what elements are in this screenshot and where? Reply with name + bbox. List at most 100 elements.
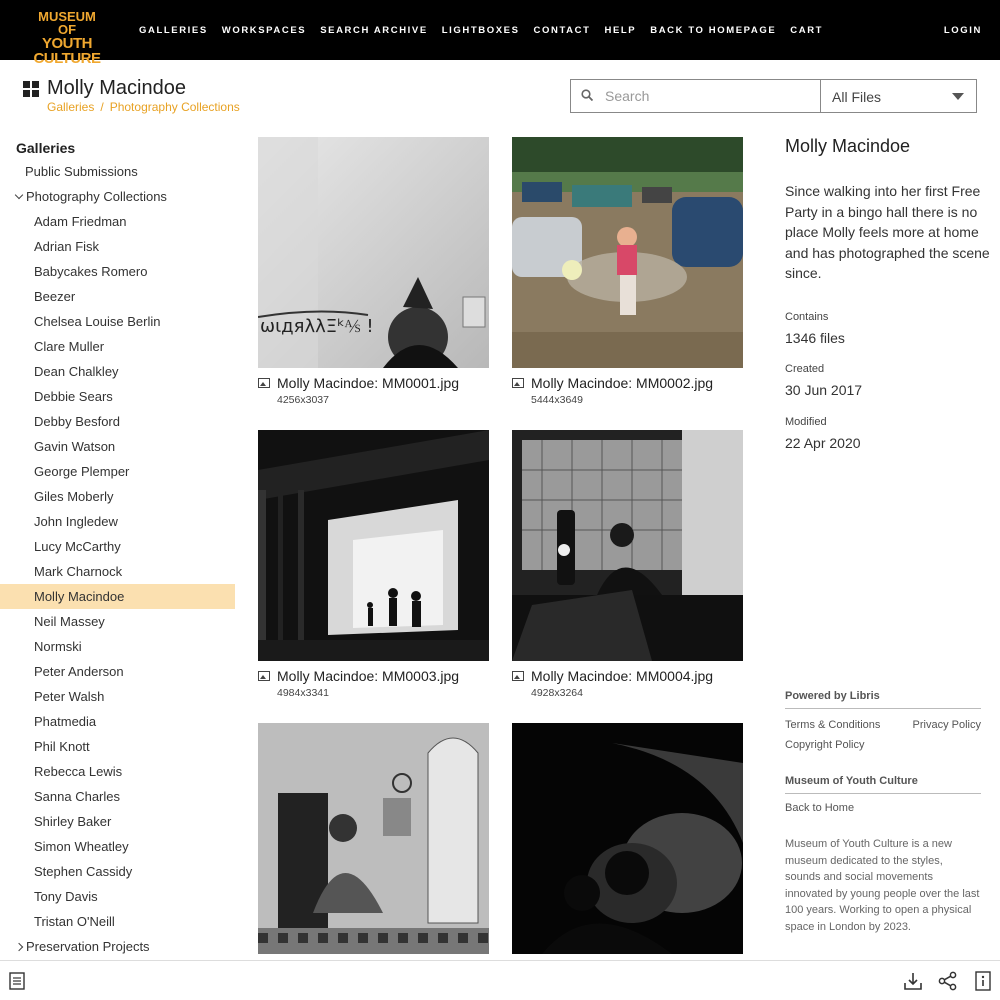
privacy-link[interactable]: Privacy Policy <box>913 719 981 731</box>
logo-line-3: YOUTH CULTURE <box>33 35 101 67</box>
file-name-text: Molly Macindoe: MM0003.jpg <box>277 668 460 684</box>
file-card[interactable]: Molly Macindoe: MM0002.jpg 5444x3649 <box>512 137 743 406</box>
sidebar-item-photographer[interactable]: Dean Chalkley <box>0 359 235 384</box>
sidebar-item-photographer[interactable]: Adrian Fisk <box>0 234 235 259</box>
file-card[interactable]: Molly Macindoe: MM0004.jpg 4928x3264 <box>512 430 743 699</box>
sidebar-item-photographer[interactable]: Giles Moberly <box>0 484 235 509</box>
file-name-text: Molly Macindoe: MM0002.jpg <box>531 375 714 391</box>
museum-about: Museum of Youth Culture is a new museum … <box>785 838 980 933</box>
file-type-value: All Files <box>832 89 882 105</box>
breadcrumb-galleries[interactable]: Galleries <box>47 100 94 114</box>
created-label: Created <box>785 363 825 375</box>
contains-label: Contains <box>785 311 829 323</box>
image-icon <box>258 671 270 681</box>
search-box[interactable] <box>570 79 821 113</box>
breadcrumb: Galleries / Photography Collections <box>47 100 240 114</box>
sidebar-item-photographer[interactable]: Sanna Charles <box>0 784 235 809</box>
sidebar-item-photographer[interactable]: Clare Muller <box>0 334 235 359</box>
file-name[interactable]: Molly Macindoe: MM0001.jpg <box>258 375 459 391</box>
sidebar-item-preservation-projects[interactable]: Preservation Projects <box>0 934 235 959</box>
footer-legal: Powered by Libris Terms & Conditions Pri… <box>785 690 981 751</box>
sidebar-item-label: Preservation Projects <box>26 939 150 954</box>
sidebar-item-photographer[interactable]: Shirley Baker <box>0 809 235 834</box>
photo-thumbnail[interactable] <box>512 430 743 661</box>
nav-cart[interactable]: CART <box>790 25 823 36</box>
file-card[interactable]: ωιдяλλΞᵏ⅍ ! Molly Macindoe: MM0001.jpg 4… <box>258 137 489 406</box>
terms-link[interactable]: Terms & Conditions <box>785 719 880 731</box>
sidebar-item-photographer[interactable]: Phil Knott <box>0 734 235 759</box>
breadcrumb-photography-collections[interactable]: Photography Collections <box>110 100 240 114</box>
modified-value: 22 Apr 2020 <box>785 435 861 451</box>
detail-description: Since walking into her first Free Party … <box>785 183 990 281</box>
sidebar-item-photographer[interactable]: Tristan O'Neill <box>0 909 235 934</box>
file-name[interactable]: Molly Macindoe: MM0004.jpg <box>512 668 713 684</box>
copyright-link[interactable]: Copyright Policy <box>785 739 981 751</box>
nav-help[interactable]: HELP <box>604 25 636 36</box>
nav-back-to-homepage[interactable]: BACK TO HOMEPAGE <box>650 25 776 36</box>
sidebar-item-photographer[interactable]: John Ingledew <box>0 509 235 534</box>
file-name[interactable]: Molly Macindoe: MM0002.jpg <box>512 375 713 391</box>
sidebar-item-photographer[interactable]: Gavin Watson <box>0 434 235 459</box>
sidebar-item-photographer[interactable]: George Plemper <box>0 459 235 484</box>
nav-contact[interactable]: CONTACT <box>534 25 591 36</box>
sidebar-heading: Galleries <box>16 140 76 156</box>
sidebar-item-photographer[interactable]: Peter Walsh <box>0 684 235 709</box>
search-input[interactable] <box>605 86 805 106</box>
sidebar-item-photographer[interactable]: Simon Wheatley <box>0 834 235 859</box>
footer-museum: Museum of Youth Culture Back to Home Mus… <box>785 775 981 935</box>
sidebar-item-photographer[interactable]: Debbie Sears <box>0 384 235 409</box>
file-dimensions: 4984x3341 <box>277 687 329 699</box>
sidebar-item-photographer[interactable]: Lucy McCarthy <box>0 534 235 559</box>
photo-thumbnail[interactable] <box>512 723 743 954</box>
info-icon[interactable] <box>973 971 993 991</box>
photo-thumbnail[interactable] <box>258 430 489 661</box>
nav-lightboxes[interactable]: LIGHTBOXES <box>442 25 520 36</box>
sidebar-item-photographer[interactable]: Rebecca Lewis <box>0 759 235 784</box>
sidebar-item-photographer[interactable]: Babycakes Romero <box>0 259 235 284</box>
chevron-down-icon <box>952 93 964 100</box>
sidebar-item-photographer[interactable]: Molly Macindoe <box>0 584 235 609</box>
contains-value: 1346 files <box>785 330 845 346</box>
image-icon <box>258 378 270 388</box>
sidebar-item-photographer[interactable]: Adam Friedman <box>0 209 235 234</box>
file-type-select[interactable]: All Files <box>820 79 977 113</box>
sidebar-item-photographer[interactable]: Mark Charnock <box>0 559 235 584</box>
top-navigation-bar: MUSEUM OF YOUTH CULTURE ARCHIVES GALLERI… <box>0 0 1000 76</box>
museum-logo[interactable]: MUSEUM OF YOUTH CULTURE ARCHIVES <box>16 10 118 76</box>
nav-search-archive[interactable]: SEARCH ARCHIVE <box>320 25 428 36</box>
sidebar-item-photographer[interactable]: Tony Davis <box>0 884 235 909</box>
photo-thumbnail[interactable]: ωιдяλλΞᵏ⅍ ! <box>258 137 489 368</box>
download-icon[interactable] <box>903 971 923 991</box>
nav-workspaces[interactable]: WORKSPACES <box>222 25 306 36</box>
back-to-home-link[interactable]: Back to Home <box>785 802 981 814</box>
file-name[interactable]: Molly Macindoe: MM0003.jpg <box>258 668 459 684</box>
sidebar-item-photographer[interactable]: Stephen Cassidy <box>0 859 235 884</box>
file-name-text: Molly Macindoe: MM0001.jpg <box>277 375 460 391</box>
sidebar-item-photographer[interactable]: Chelsea Louise Berlin <box>0 309 235 334</box>
sidebar-item-photographer[interactable]: Phatmedia <box>0 709 235 734</box>
sidebar-item-photographer[interactable]: Neil Massey <box>0 609 235 634</box>
image-icon <box>512 671 524 681</box>
list-icon[interactable] <box>7 971 27 991</box>
file-card[interactable] <box>258 723 489 954</box>
photo-thumbnail[interactable] <box>512 137 743 368</box>
logo-line-4: ARCHIVES <box>43 66 91 76</box>
photo-thumbnail[interactable] <box>258 723 489 954</box>
sidebar-item-photographer[interactable]: Peter Anderson <box>0 659 235 684</box>
nav-galleries[interactable]: GALLERIES <box>139 25 208 36</box>
file-card[interactable] <box>512 723 743 954</box>
login-link[interactable]: LOGIN <box>944 25 982 36</box>
sidebar-item-public-submissions[interactable]: Public Submissions <box>0 159 235 184</box>
created-value: 30 Jun 2017 <box>785 382 863 398</box>
sidebar-item-photographer[interactable]: Debby Besford <box>0 409 235 434</box>
sidebar-item-photographer[interactable]: Beezer <box>0 284 235 309</box>
share-icon[interactable] <box>938 971 958 991</box>
file-dimensions: 5444x3649 <box>531 394 583 406</box>
chevron-down-icon <box>14 190 24 200</box>
sidebar-item-label: Photography Collections <box>26 189 167 204</box>
file-card[interactable]: Molly Macindoe: MM0003.jpg 4984x3341 <box>258 430 489 699</box>
sidebar-item-photography-collections[interactable]: Photography Collections <box>0 184 235 209</box>
file-name-text: Molly Macindoe: MM0004.jpg <box>531 668 714 684</box>
grid-icon <box>23 81 39 97</box>
sidebar-item-photographer[interactable]: Normski <box>0 634 235 659</box>
